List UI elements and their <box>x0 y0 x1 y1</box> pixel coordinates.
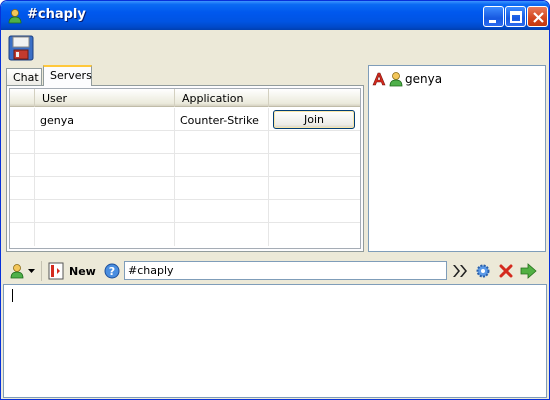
svg-text:?: ? <box>109 265 115 278</box>
empty-row <box>10 177 360 200</box>
column-header-action[interactable] <box>269 89 360 107</box>
close-icon <box>533 12 544 23</box>
message-toolbar: New ? <box>1 257 549 285</box>
servers-grid: User Application genya Counter-Strike Jo… <box>9 88 361 249</box>
table-row[interactable]: genya Counter-Strike Join <box>10 108 360 131</box>
help-icon[interactable]: ? <box>104 263 120 279</box>
row-header-cell <box>10 108 35 131</box>
empty-row <box>10 131 360 154</box>
servers-tab-panel: User Application genya Counter-Strike Jo… <box>6 85 364 252</box>
toolbar-separator <box>41 261 42 281</box>
maximize-icon <box>510 11 522 23</box>
new-button[interactable]: New <box>69 265 96 278</box>
minimize-icon <box>489 20 496 23</box>
join-button[interactable]: Join <box>273 110 355 129</box>
tab-servers-label: Servers <box>50 69 92 82</box>
empty-row <box>10 223 360 246</box>
grid-header: User Application <box>10 89 360 107</box>
row-header-corner <box>10 89 35 107</box>
user-name: genya <box>405 72 443 86</box>
title-bar[interactable]: #chaply <box>1 1 549 30</box>
user-status-icon[interactable] <box>9 263 25 279</box>
close-button[interactable] <box>527 6 548 27</box>
user-icon <box>389 72 403 87</box>
double-chevron-right-icon[interactable] <box>452 264 468 278</box>
text-caret <box>12 289 13 302</box>
empty-row <box>10 200 360 223</box>
message-textarea[interactable] <box>3 284 547 398</box>
save-icon[interactable] <box>7 34 35 62</box>
chevron-down-icon[interactable] <box>28 269 35 274</box>
app-window: #chaply Chat Servers User Application ge… <box>0 0 550 400</box>
delete-icon[interactable] <box>498 263 514 279</box>
minimize-button[interactable] <box>483 6 504 27</box>
send-arrow-icon[interactable] <box>520 263 537 279</box>
user-list-panel: genya <box>368 65 546 252</box>
gear-icon[interactable] <box>475 263 491 279</box>
empty-row <box>10 154 360 177</box>
window-title: #chaply <box>27 7 86 22</box>
main-toolbar <box>1 30 549 65</box>
tab-servers[interactable]: Servers <box>43 65 92 86</box>
column-header-user[interactable]: User <box>35 89 175 107</box>
user-cell: genya <box>35 108 175 131</box>
channel-input[interactable] <box>124 261 447 280</box>
user-icon <box>8 9 22 24</box>
card-icon[interactable] <box>48 262 64 280</box>
column-header-application[interactable]: Application <box>175 89 269 107</box>
font-a-icon <box>372 72 386 86</box>
tab-chat-label: Chat <box>13 71 39 84</box>
application-cell: Counter-Strike <box>175 108 269 131</box>
maximize-button[interactable] <box>505 6 526 27</box>
tab-chat[interactable]: Chat <box>6 68 42 86</box>
